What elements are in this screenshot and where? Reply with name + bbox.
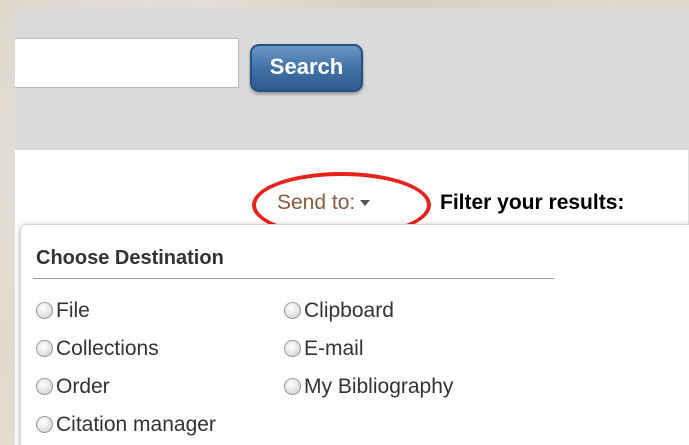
option-label: My Bibliography bbox=[304, 375, 454, 398]
option-label: Order bbox=[56, 375, 110, 398]
option-label: Clipboard bbox=[304, 299, 394, 322]
radio-button-icon[interactable] bbox=[36, 302, 53, 319]
option-citation-manager[interactable]: Citation manager bbox=[36, 411, 216, 439]
search-input[interactable] bbox=[15, 38, 239, 88]
radio-button-icon[interactable] bbox=[36, 416, 53, 433]
title-divider bbox=[33, 278, 554, 279]
option-collections[interactable]: Collections bbox=[36, 335, 159, 363]
screenshot-panel: Search Send to: Filter your results: Cho… bbox=[15, 8, 689, 445]
option-file[interactable]: File bbox=[36, 297, 90, 325]
radio-button-icon[interactable] bbox=[36, 378, 53, 395]
radio-button-icon[interactable] bbox=[284, 302, 301, 319]
option-label: File bbox=[56, 299, 90, 322]
option-my-bibliography[interactable]: My Bibliography bbox=[284, 373, 453, 401]
option-order[interactable]: Order bbox=[36, 373, 110, 401]
filter-results-label: Filter your results: bbox=[440, 191, 625, 214]
chevron-down-icon bbox=[360, 200, 371, 207]
option-clipboard[interactable]: Clipboard bbox=[284, 297, 394, 325]
search-header: Search bbox=[15, 8, 689, 150]
send-to-dropdown: Choose Destination File Collections Orde… bbox=[20, 224, 689, 445]
radio-button-icon[interactable] bbox=[284, 340, 301, 357]
option-email[interactable]: E-mail bbox=[284, 335, 364, 363]
option-label: Collections bbox=[56, 337, 159, 360]
send-to-menu-trigger[interactable]: Send to: bbox=[277, 188, 371, 218]
option-label: Citation manager bbox=[56, 413, 216, 436]
radio-button-icon[interactable] bbox=[284, 378, 301, 395]
option-label: E-mail bbox=[304, 337, 364, 360]
radio-button-icon[interactable] bbox=[36, 340, 53, 357]
send-to-label: Send to: bbox=[277, 191, 356, 214]
dropdown-title: Choose Destination bbox=[36, 247, 224, 269]
search-button[interactable]: Search bbox=[250, 44, 363, 92]
